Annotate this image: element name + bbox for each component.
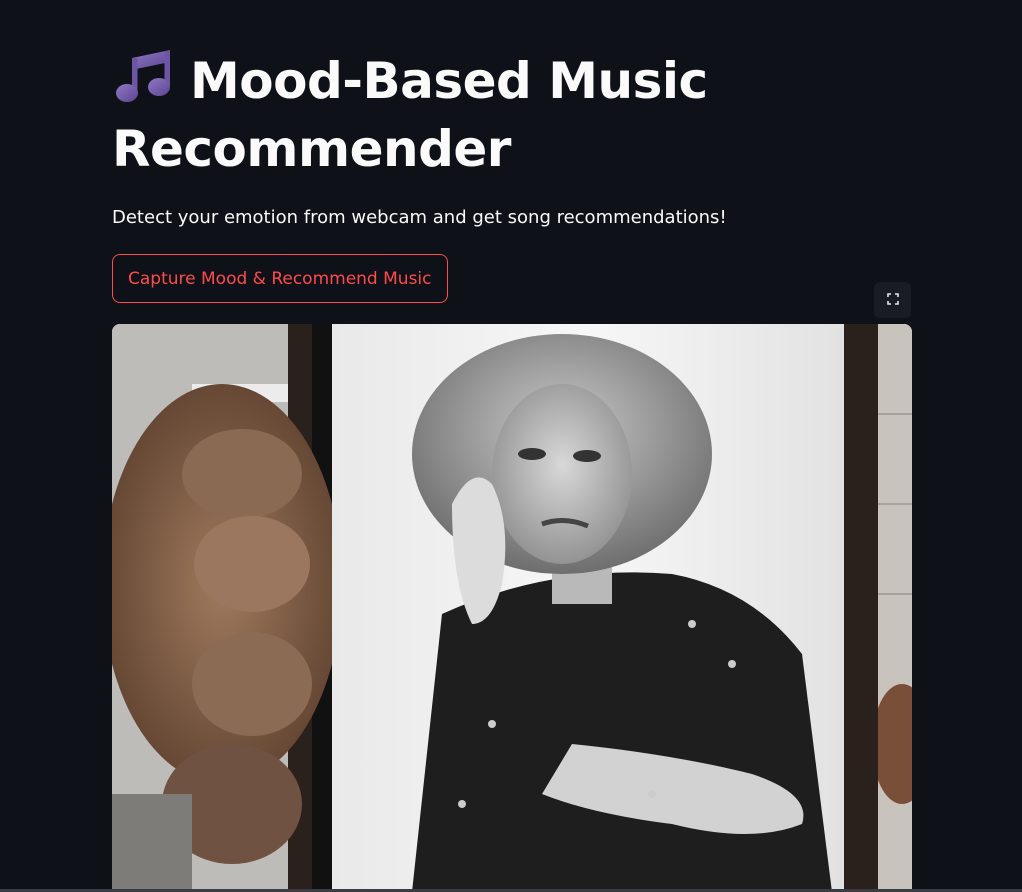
webcam-snapshot (112, 324, 912, 892)
page-title: Mood-Based Music Recommender (112, 46, 712, 183)
webcam-image (112, 324, 912, 892)
page-title-text: Mood-Based Music Recommender (112, 52, 708, 178)
page-subtitle: Detect your emotion from webcam and get … (112, 207, 727, 228)
music-note-icon (112, 46, 176, 106)
fullscreen-icon (886, 292, 899, 308)
fullscreen-button[interactable] (874, 282, 911, 318)
app-main: Mood-Based Music Recommender Detect your… (0, 0, 1022, 892)
capture-mood-button[interactable]: Capture Mood & Recommend Music (112, 254, 448, 303)
